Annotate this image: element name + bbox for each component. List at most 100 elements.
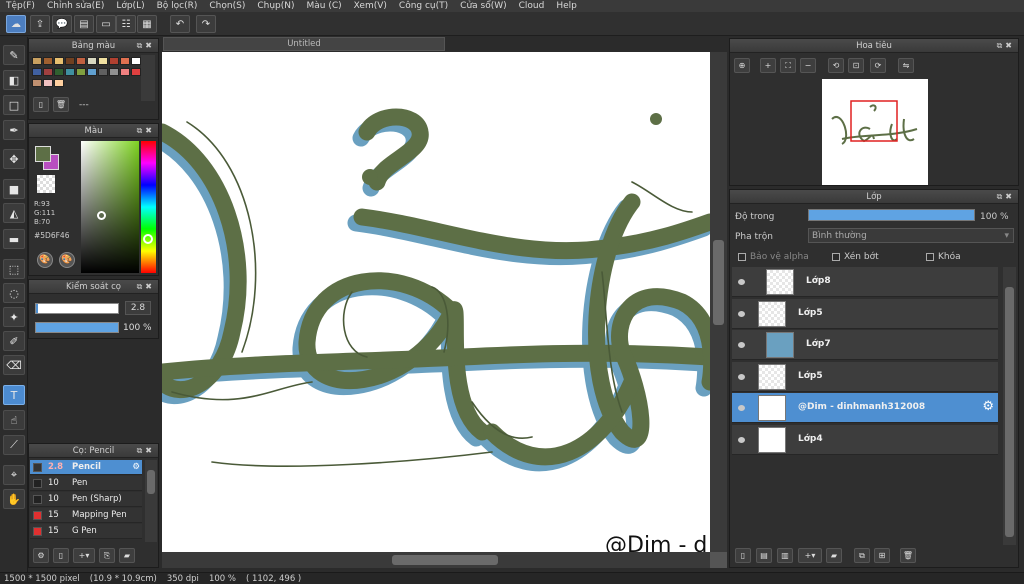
palette-swatch[interactable] (32, 68, 42, 76)
text-tool-icon[interactable]: T (3, 385, 25, 405)
gear-icon[interactable]: ⚙ (132, 460, 140, 474)
trash-icon[interactable]: 🗑 (53, 97, 69, 112)
panel-controls-icon[interactable]: ⧉✖ (137, 39, 155, 53)
blend-mode-select[interactable]: Bình thường ▾ (808, 228, 1014, 243)
divide-tool-icon[interactable]: ⟋ (3, 435, 25, 455)
palette-swatch[interactable] (120, 68, 130, 76)
gradient-tool-icon[interactable]: ▬ (3, 229, 25, 249)
add-brush-icon[interactable]: +▾ (73, 548, 95, 563)
brush-size-value[interactable]: 2.8 (125, 301, 151, 315)
panel-controls-icon[interactable]: ⧉✖ (137, 124, 155, 138)
palette-swatch[interactable] (98, 68, 108, 76)
palette-swatch[interactable] (87, 68, 97, 76)
menu-file[interactable]: Tệp(F) (0, 0, 41, 12)
undo-icon[interactable]: ↶ (170, 15, 190, 33)
rectangle-tool-icon[interactable]: □ (3, 95, 25, 115)
palette-swatch[interactable] (43, 57, 53, 65)
clipping-checkbox[interactable]: Xén bớt (832, 252, 879, 262)
layer-row[interactable]: Lớp5 (732, 361, 998, 392)
brush-list-item[interactable]: 2.8 Pencil ⚙ (30, 460, 142, 475)
canvas-vertical-scrollbar[interactable] (710, 52, 727, 552)
palette-swatch[interactable] (87, 57, 97, 65)
grid-icon[interactable]: ▦ (137, 15, 157, 33)
eyedropper-icon[interactable]: ⌖ (3, 465, 25, 485)
eye-icon[interactable] (738, 310, 745, 317)
menu-tools[interactable]: Công cụ(T) (393, 0, 454, 12)
canvas-horizontal-scrollbar[interactable] (162, 552, 710, 568)
palette-swatch[interactable] (43, 79, 53, 87)
palette-swatch[interactable] (76, 57, 86, 65)
select-pen-icon[interactable]: ✐ (3, 331, 25, 351)
list-icon[interactable]: ☷ (116, 15, 136, 33)
palette-swatch[interactable] (98, 57, 108, 65)
color-set-icon[interactable]: 🎨 (59, 252, 75, 268)
layer-row[interactable]: Lớp4 (732, 424, 998, 455)
brush-size-slider[interactable] (35, 303, 119, 314)
palette-swatch[interactable] (65, 68, 75, 76)
merge-layer-icon[interactable]: ⊞ (874, 548, 890, 563)
redo-icon[interactable]: ↷ (196, 15, 216, 33)
reset-rotation-icon[interactable]: ⊡ (848, 58, 864, 73)
new-raster-icon[interactable]: ▥ (777, 548, 793, 563)
layer-row[interactable]: Lớp8 (732, 267, 998, 297)
palette-swatch[interactable] (54, 68, 64, 76)
brush-tool-icon[interactable]: ✎ (3, 45, 25, 65)
lock-checkbox[interactable]: Khóa (926, 252, 961, 262)
panel-controls-icon[interactable]: ⧉✖ (997, 39, 1015, 53)
brush-opacity-slider[interactable] (35, 322, 119, 333)
layer-scrollbar[interactable] (1003, 267, 1016, 545)
palette-swatch[interactable] (43, 68, 53, 76)
eye-icon[interactable] (738, 342, 745, 348)
menu-select[interactable]: Chọn(S) (203, 0, 251, 12)
layer-row[interactable]: @Dim - dinhmanh312008 ⚙ (732, 393, 998, 423)
canvas-paper[interactable]: @Dim - d (162, 52, 710, 552)
protect-alpha-checkbox[interactable]: Bảo vệ alpha (738, 252, 809, 262)
layer-row[interactable]: Lớp7 (732, 330, 998, 360)
rotate-left-icon[interactable]: ⟲ (828, 58, 844, 73)
select-rect-icon[interactable]: ⬚ (3, 259, 25, 279)
layer-row[interactable]: Lớp5 (732, 298, 998, 329)
palette-swatch[interactable] (131, 68, 141, 76)
palette-swatch[interactable] (54, 57, 64, 65)
transparent-color[interactable] (37, 175, 55, 193)
menu-cloud[interactable]: Cloud (513, 0, 551, 12)
eye-icon[interactable] (738, 279, 745, 285)
brush-list-item[interactable]: 15 Mapping Pen (30, 508, 142, 523)
panel-controls-icon[interactable]: ⧉✖ (997, 190, 1015, 204)
menu-edit[interactable]: Chỉnh sửa(E) (41, 0, 110, 12)
new-page-icon[interactable]: ▯ (33, 97, 49, 112)
menu-layer[interactable]: Lớp(L) (110, 0, 150, 12)
panel-controls-icon[interactable]: ⧉✖ (137, 444, 155, 458)
menu-window[interactable]: Cửa sổ(W) (454, 0, 512, 12)
add-layer-menu-icon[interactable]: +▾ (798, 548, 822, 563)
canvas-area[interactable]: @Dim - d (162, 52, 727, 568)
rotate-right-icon[interactable]: ⟳ (870, 58, 886, 73)
fit-window-icon[interactable]: ⛶ (780, 58, 796, 73)
comment-icon[interactable]: ▤ (74, 15, 94, 33)
zoom-fit-icon[interactable]: ⊕ (734, 58, 750, 73)
copy-brush-icon[interactable]: ⎘ (99, 548, 115, 563)
new-layer-type-icon[interactable]: ▤ (756, 548, 772, 563)
zoom-in-icon[interactable]: + (760, 58, 776, 73)
color-wheel-icon[interactable]: 🎨 (37, 252, 53, 268)
palette-swatch[interactable] (131, 57, 141, 65)
palette-swatch[interactable] (120, 57, 130, 65)
eye-icon[interactable] (738, 405, 745, 411)
foreground-color[interactable] (35, 146, 51, 162)
panel-controls-icon[interactable]: ⧉✖ (137, 280, 155, 294)
hue-handle[interactable] (143, 234, 153, 244)
magic-wand-icon[interactable]: ✦ (3, 307, 25, 327)
layer-folder-icon[interactable]: ▰ (826, 548, 842, 563)
eraser-tool-icon[interactable]: ◧ (3, 70, 25, 90)
gear-icon[interactable]: ⚙ (982, 399, 994, 414)
menu-filter[interactable]: Bộ lọc(R) (151, 0, 204, 12)
palette-swatch[interactable] (109, 68, 119, 76)
eye-icon[interactable] (738, 436, 745, 443)
menu-help[interactable]: Help (550, 0, 583, 12)
menu-color[interactable]: Màu (C) (301, 0, 348, 12)
pen-tool-icon[interactable]: ✒ (3, 120, 25, 140)
share-icon[interactable]: ⇪ (30, 15, 50, 33)
sv-picker-handle[interactable] (97, 211, 106, 220)
duplicate-layer-icon[interactable]: ⧉ (854, 548, 870, 563)
palette-swatch[interactable] (76, 68, 86, 76)
